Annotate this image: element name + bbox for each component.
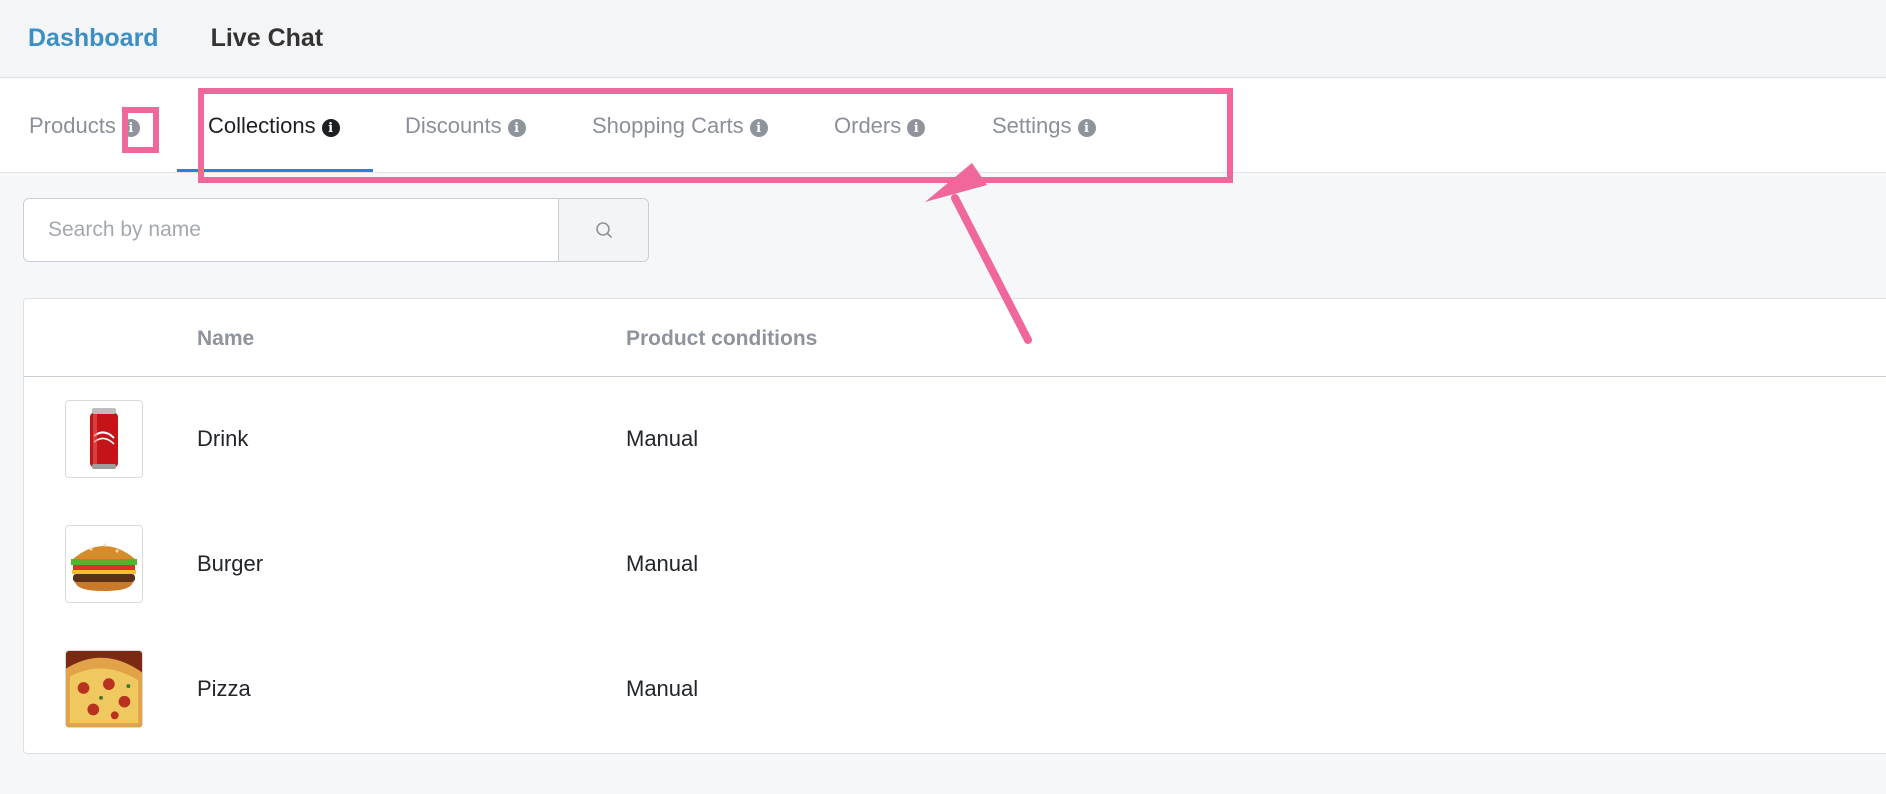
burger-thumbnail <box>65 525 143 603</box>
search-icon <box>595 222 612 238</box>
info-icon[interactable]: i <box>321 119 340 137</box>
tab-label: Products <box>29 113 116 138</box>
row-name: Burger <box>197 551 264 576</box>
row-name: Drink <box>197 426 249 451</box>
info-icon[interactable]: i <box>749 119 768 137</box>
nav-live-chat[interactable]: Live Chat <box>211 24 324 53</box>
tab-bar: Products i Collections i Discounts i Sho… <box>0 79 1886 173</box>
column-header-product-conditions: Product conditions <box>626 327 818 350</box>
search-input[interactable] <box>24 199 558 261</box>
top-nav: Dashboard Live Chat <box>0 0 1886 78</box>
search-button[interactable] <box>558 199 648 261</box>
tab-label: Discounts <box>405 113 502 138</box>
tab-settings[interactable]: Settings i <box>992 79 1096 173</box>
active-tab-indicator <box>177 169 373 172</box>
table-row[interactable]: Drink Manual <box>24 378 1886 503</box>
tab-collections[interactable]: Collections i <box>208 79 340 173</box>
table-row[interactable]: Burger Manual <box>24 503 1886 628</box>
row-condition: Manual <box>626 426 699 451</box>
tab-orders[interactable]: Orders i <box>834 79 926 173</box>
tab-products[interactable]: Products i <box>29 79 140 173</box>
table-row[interactable]: Pizza Manual <box>24 628 1886 753</box>
info-icon[interactable]: i <box>507 119 526 137</box>
collections-table: Name Product conditions Drink Manual Bur… <box>23 298 1886 754</box>
pizza-thumbnail <box>65 650 143 728</box>
tab-label: Orders <box>834 113 902 138</box>
nav-dashboard[interactable]: Dashboard <box>28 24 159 53</box>
tab-label: Shopping Carts <box>592 113 744 138</box>
row-condition: Manual <box>626 676 699 701</box>
row-condition: Manual <box>626 551 699 576</box>
tab-discounts[interactable]: Discounts i <box>405 79 526 173</box>
tab-shopping-carts[interactable]: Shopping Carts i <box>592 79 768 173</box>
tab-label: Collections <box>208 113 316 138</box>
row-name: Pizza <box>197 676 251 701</box>
info-icon[interactable]: i <box>1077 119 1096 137</box>
info-icon[interactable]: i <box>121 119 140 137</box>
column-header-name: Name <box>197 327 255 350</box>
soda-can-thumbnail <box>65 400 143 478</box>
info-icon[interactable]: i <box>907 119 926 137</box>
tab-label: Settings <box>992 113 1072 138</box>
search-bar <box>23 198 649 262</box>
table-header: Name Product conditions <box>24 299 1886 377</box>
